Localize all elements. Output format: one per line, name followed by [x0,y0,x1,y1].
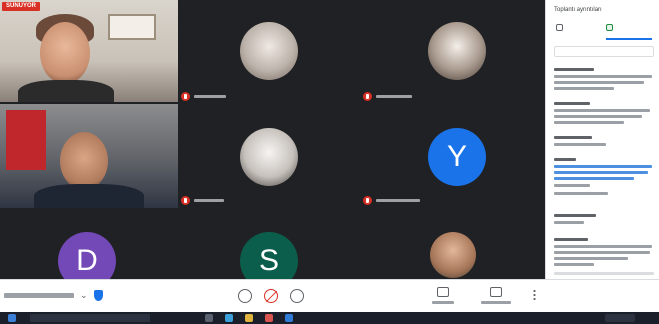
chat-line [554,143,606,146]
participant-video-tile[interactable] [0,104,178,208]
shield-icon[interactable] [94,290,103,301]
start-icon[interactable] [8,314,16,322]
background-flag [6,110,46,170]
meeting-code [4,293,74,298]
chat-line [554,238,588,241]
mic-muted-icon [181,92,190,101]
chat-line [554,87,614,90]
chat-line [554,192,608,195]
panel-title: Toplantı ayrıntıları [554,7,602,13]
letter-avatar-y[interactable]: Y [428,128,486,186]
tab-chat[interactable] [606,24,652,40]
folder-icon[interactable] [245,314,253,322]
background-shelf [108,14,156,40]
app-icon[interactable] [285,314,293,322]
mic-muted-icon [181,196,190,205]
taskview-icon[interactable] [205,314,213,322]
chat-line [554,102,590,105]
participant-video-tile[interactable]: SUNUYOR [0,0,178,102]
participant-avatar[interactable] [240,128,298,186]
present-now-label [481,301,511,304]
taskbar-search-input[interactable] [30,314,150,322]
participant-face [40,22,90,84]
mic-muted-icon [363,92,372,101]
chat-line [554,115,642,118]
participant-avatar[interactable] [240,22,298,80]
mic-icon[interactable] [238,289,252,303]
chat-line [554,121,624,124]
meeting-controls-bar: ⌄ [0,279,659,312]
participant-name [376,199,420,202]
chat-line [554,263,594,266]
chat-link[interactable] [554,171,648,174]
chat-line [554,75,652,78]
chat-line [554,257,628,260]
chat-link[interactable] [554,177,634,180]
participant-avatar[interactable] [428,22,486,80]
chat-line [554,109,650,112]
letter-avatar-s[interactable]: S [240,232,298,279]
present-now-icon[interactable] [490,287,502,297]
participant-grid: SUNUYOR Y D S [0,0,545,279]
present-screen-icon[interactable] [290,289,304,303]
chat-line [554,221,584,224]
camera-off-icon[interactable] [264,289,278,303]
tab-people[interactable] [556,24,600,40]
participant-avatar[interactable] [430,232,476,278]
participant-name [376,95,412,98]
chat-line [554,136,592,139]
more-options-icon[interactable] [533,289,536,301]
chat-search-input[interactable] [554,46,654,57]
meeting-details-panel: Toplantı ayrıntıları [545,0,659,279]
captions-icon[interactable] [437,287,449,297]
chat-compose-input[interactable] [554,272,654,275]
chat-icon [606,24,613,31]
mic-muted-icon [363,196,372,205]
captions-label [432,301,454,304]
chat-line [554,68,594,71]
clock-area [605,314,635,322]
chevron-down-icon[interactable]: ⌄ [80,290,88,301]
edge-icon[interactable] [225,314,233,322]
chat-line [554,214,596,217]
presenting-badge: SUNUYOR [2,2,41,11]
chat-line [554,184,590,187]
chat-line [554,251,650,254]
letter-avatar-d[interactable]: D [58,232,116,279]
participant-body [34,184,144,208]
chrome-icon[interactable] [265,314,273,322]
participant-name [194,95,226,98]
chat-link[interactable] [554,165,652,168]
chat-line [554,158,576,161]
people-icon [556,24,563,31]
chat-line [554,245,652,248]
chat-line [554,81,644,84]
participant-name [194,199,224,202]
participant-body [18,80,114,102]
os-taskbar [0,312,659,324]
participant-face [60,132,108,190]
